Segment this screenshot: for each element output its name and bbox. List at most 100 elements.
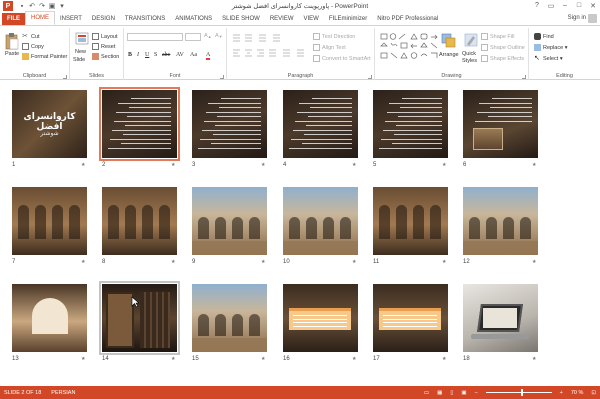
slide-thumbnail[interactable] (102, 187, 177, 255)
arrange-icon[interactable] (441, 33, 457, 49)
animation-star-icon[interactable]: ★ (261, 356, 265, 362)
slide-thumbnail[interactable] (373, 284, 448, 352)
slide-thumbnail[interactable] (463, 90, 538, 158)
slide-thumbnail[interactable] (192, 284, 267, 352)
font-launcher-icon[interactable] (220, 75, 224, 79)
shape-outline-button[interactable]: Shape Outline (481, 44, 525, 51)
font-name-field[interactable] (127, 33, 183, 41)
section-button[interactable]: Section (92, 53, 119, 60)
animation-star-icon[interactable]: ★ (261, 259, 265, 265)
quick-styles-button[interactable]: Quick Styles (462, 51, 480, 65)
shrink-font-icon[interactable]: A ▼ (215, 33, 223, 39)
zoom-out-button[interactable]: – (475, 390, 478, 396)
animation-star-icon[interactable]: ★ (442, 162, 446, 168)
text-direction-button[interactable]: Text Direction (313, 33, 355, 40)
ribbon-display-button[interactable]: ▭ (544, 0, 558, 11)
paste-button[interactable]: Paste (5, 51, 19, 57)
cut-button[interactable]: ✂ Cut (22, 33, 40, 40)
fit-slide-icon[interactable]: ⊡ (591, 390, 596, 396)
sign-in-link[interactable]: Sign in (568, 15, 586, 21)
normal-view-icon[interactable]: ▭ (424, 390, 429, 396)
animation-star-icon[interactable]: ★ (352, 259, 356, 265)
maximize-button[interactable]: □ (572, 0, 586, 11)
close-button[interactable]: ✕ (586, 0, 600, 11)
redo-icon[interactable]: ↷ (37, 1, 47, 11)
tab-transitions[interactable]: TRANSITIONS (120, 13, 170, 25)
align-text-button[interactable]: Align Text (313, 44, 346, 51)
animation-star-icon[interactable]: ★ (171, 162, 175, 168)
avatar[interactable] (588, 14, 597, 23)
slide-thumbnail[interactable]: کاروانسرای افضل شوشتر (12, 90, 87, 158)
change-case-button[interactable]: Aa (190, 52, 197, 58)
tab-slide-show[interactable]: SLIDE SHOW (217, 13, 265, 25)
animation-star-icon[interactable]: ★ (442, 356, 446, 362)
slide-thumbnail[interactable] (463, 284, 538, 352)
replace-button[interactable]: Replace ▾ (534, 44, 567, 51)
tab-design[interactable]: DESIGN (87, 13, 120, 25)
slide-thumbnail[interactable] (192, 90, 267, 158)
zoom-level[interactable]: 70 % (571, 390, 584, 396)
underline-button[interactable]: U (145, 52, 149, 58)
animation-star-icon[interactable]: ★ (81, 356, 85, 362)
paragraph-launcher-icon[interactable] (368, 75, 372, 79)
reset-button[interactable]: Reset (92, 43, 115, 50)
new-slide-icon[interactable] (75, 32, 89, 46)
bold-button[interactable]: B (128, 52, 132, 58)
tab-view[interactable]: VIEW (299, 13, 324, 25)
animation-star-icon[interactable]: ★ (352, 162, 356, 168)
shapes-gallery-icon[interactable] (379, 32, 439, 62)
paste-icon[interactable] (5, 32, 19, 50)
slide-thumbnail[interactable] (99, 281, 180, 355)
shape-fill-button[interactable]: Shape Fill (481, 33, 514, 40)
slide-sorter-view-icon[interactable]: ▦ (437, 390, 442, 396)
slide-thumbnail[interactable] (192, 187, 267, 255)
grow-font-icon[interactable]: A ▲ (204, 33, 212, 39)
tab-review[interactable]: REVIEW (265, 13, 299, 25)
quick-styles-icon[interactable] (464, 33, 478, 49)
new-slide-button[interactable]: New (75, 49, 86, 55)
select-button[interactable]: ↖ Select ▾ (534, 55, 563, 62)
slide-thumbnail[interactable] (283, 284, 358, 352)
animation-star-icon[interactable]: ★ (532, 356, 536, 362)
copy-button[interactable]: Copy (22, 43, 44, 50)
start-slideshow-icon[interactable]: ▣ (47, 1, 57, 11)
slide-thumbnail[interactable] (373, 90, 448, 158)
tab-insert[interactable]: INSERT (55, 13, 87, 25)
font-size-field[interactable] (185, 33, 201, 41)
animation-star-icon[interactable]: ★ (532, 162, 536, 168)
undo-icon[interactable]: ↶ (27, 1, 37, 11)
paragraph-format-icons[interactable] (231, 33, 317, 59)
zoom-slider-thumb[interactable] (520, 389, 523, 396)
animation-star-icon[interactable]: ★ (81, 162, 85, 168)
slideshow-view-icon[interactable]: ▣ (461, 390, 466, 396)
animation-star-icon[interactable]: ★ (171, 259, 175, 265)
arrange-button[interactable]: Arrange (439, 52, 459, 58)
clipboard-launcher-icon[interactable] (63, 75, 67, 79)
tab-fileminimizer[interactable]: FILEminimizer (324, 13, 372, 25)
convert-smartart-button[interactable]: Convert to SmartArt (313, 55, 371, 62)
slide-thumbnail[interactable] (99, 87, 180, 161)
slide-thumbnail[interactable] (12, 284, 87, 352)
language-indicator[interactable]: PERSIAN (51, 390, 75, 396)
tab-file[interactable]: FILE (2, 13, 25, 25)
slide-thumbnail[interactable] (283, 187, 358, 255)
animation-star-icon[interactable]: ★ (261, 162, 265, 168)
strikethrough-button[interactable]: abc (162, 52, 170, 58)
slide-thumbnail[interactable] (12, 187, 87, 255)
animation-star-icon[interactable]: ★ (352, 356, 356, 362)
reading-view-icon[interactable]: ▯ (450, 390, 453, 396)
font-color-button[interactable]: A (206, 52, 211, 60)
help-button[interactable]: ? (530, 0, 544, 11)
slide-thumbnail[interactable] (463, 187, 538, 255)
layout-button[interactable]: Layout (92, 33, 118, 40)
format-painter-button[interactable]: Format Painter (22, 53, 67, 60)
char-spacing-button[interactable]: AV (176, 52, 184, 58)
tab-animations[interactable]: ANIMATIONS (170, 13, 217, 25)
slide-thumbnail[interactable] (283, 90, 358, 158)
drawing-launcher-icon[interactable] (522, 75, 526, 79)
animation-star-icon[interactable]: ★ (81, 259, 85, 265)
italic-button[interactable]: I (137, 52, 139, 58)
shadow-button[interactable]: S (154, 52, 157, 58)
shape-effects-button[interactable]: Shape Effects (481, 55, 524, 62)
animation-star-icon[interactable]: ★ (442, 259, 446, 265)
